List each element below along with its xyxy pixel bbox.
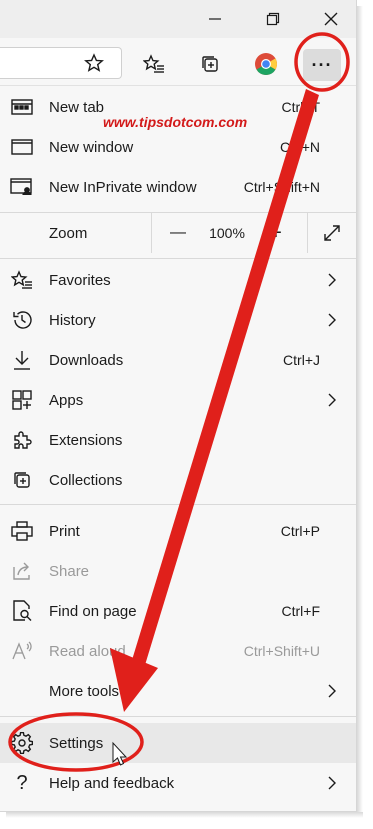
menu-item-print[interactable]: Print Ctrl+P	[0, 511, 356, 551]
chevron-right-icon	[328, 273, 336, 287]
menu-item-label: New tab	[49, 98, 105, 116]
menu-item-downloads[interactable]: Downloads Ctrl+J	[0, 340, 356, 380]
menu-item-share[interactable]: Share	[0, 551, 356, 591]
menu-item-extensions[interactable]: Extensions	[0, 420, 356, 460]
menu-item-label: Collections	[49, 471, 123, 489]
toolbar: ···	[0, 38, 356, 86]
shortcut-label: Ctrl+N	[279, 139, 320, 155]
collections-icon[interactable]	[194, 48, 226, 80]
menu-item-label: Extensions	[49, 431, 123, 449]
find-icon	[10, 600, 34, 622]
extensions-icon	[10, 429, 34, 451]
menu-item-new-window[interactable]: New window Ctrl+N	[0, 127, 356, 167]
restore-icon[interactable]	[250, 2, 296, 36]
menu-item-label: History	[49, 311, 96, 329]
shortcut-label: Ctrl+Shift+N	[243, 179, 320, 195]
menu-item-apps[interactable]: Apps	[0, 380, 356, 420]
menu-divider	[0, 716, 356, 717]
zoom-divider	[307, 213, 308, 253]
settings-and-more-menu: New tab Ctrl+T New window Ctrl+N New InP…	[0, 87, 356, 811]
settings-and-more-button[interactable]: ···	[303, 49, 341, 81]
menu-item-label: Help and feedback	[49, 774, 175, 792]
menu-divider	[0, 258, 356, 259]
watermark-text: www.tipsdotcom.com	[103, 114, 248, 130]
print-icon	[10, 520, 34, 542]
menu-item-collections[interactable]: Collections	[0, 460, 356, 500]
chevron-right-icon	[328, 776, 336, 790]
title-bar	[0, 0, 356, 38]
chevron-right-icon	[328, 684, 336, 698]
apps-icon	[10, 389, 34, 411]
menu-item-label: New window	[49, 138, 134, 156]
zoom-in-button[interactable]: +	[258, 213, 294, 253]
close-icon[interactable]	[308, 2, 354, 36]
chrome-extension-icon[interactable]	[250, 48, 282, 80]
menu-item-label: Apps	[49, 391, 84, 409]
menu-item-help-and-feedback[interactable]: ? Help and feedback	[0, 763, 356, 803]
menu-item-label: Print	[49, 522, 80, 540]
inprivate-icon	[10, 176, 34, 198]
new-window-icon	[10, 136, 34, 158]
menu-item-label: Settings	[49, 734, 104, 752]
zoom-level: 100%	[209, 225, 245, 241]
menu-item-label: Share	[49, 562, 90, 580]
zoom-divider	[151, 213, 152, 253]
window-shadow	[357, 6, 363, 818]
menu-item-label: Read aloud	[49, 642, 126, 660]
settings-icon	[10, 732, 34, 754]
menu-divider	[0, 504, 356, 505]
download-icon	[10, 349, 34, 371]
shortcut-label: Ctrl+P	[280, 523, 320, 539]
address-bar[interactable]	[0, 47, 122, 79]
zoom-row: Zoom — 100% +	[0, 213, 356, 253]
menu-item-label: More tools	[49, 682, 120, 700]
share-icon	[10, 560, 34, 582]
menu-item-label: Downloads	[49, 351, 124, 369]
menu-item-new-inprivate-window[interactable]: New InPrivate window Ctrl+Shift+N	[0, 167, 356, 207]
menu-item-find-on-page[interactable]: Find on page Ctrl+F	[0, 591, 356, 631]
menu-item-read-aloud[interactable]: Read aloud Ctrl+Shift+U	[0, 631, 356, 671]
help-icon: ?	[16, 771, 28, 794]
fullscreen-icon[interactable]	[312, 213, 352, 253]
chevron-right-icon	[328, 313, 336, 327]
zoom-out-button[interactable]: —	[160, 213, 196, 253]
read-aloud-icon	[10, 640, 34, 662]
menu-item-label: Find on page	[49, 602, 137, 620]
favorites-list-icon[interactable]	[138, 48, 170, 80]
menu-item-label: New InPrivate window	[49, 178, 197, 196]
zoom-label: Zoom	[49, 224, 88, 242]
shortcut-label: Ctrl+F	[281, 603, 321, 619]
menu-item-favorites[interactable]: Favorites	[0, 260, 356, 300]
history-icon	[10, 309, 34, 331]
window-shadow	[6, 812, 363, 818]
new-tab-icon	[10, 96, 34, 118]
shortcut-label: Ctrl+J	[283, 352, 320, 368]
menu-item-more-tools[interactable]: More tools	[0, 671, 356, 711]
menu-item-settings[interactable]: Settings	[0, 723, 356, 763]
favorite-star-icon[interactable]	[78, 47, 110, 79]
minimize-icon[interactable]	[192, 2, 238, 36]
shortcut-label: Ctrl+T	[281, 99, 321, 115]
favorites-icon	[10, 269, 34, 291]
menu-item-history[interactable]: History	[0, 300, 356, 340]
chevron-right-icon	[328, 393, 336, 407]
menu-item-label: Favorites	[49, 271, 111, 289]
collections-icon	[10, 469, 34, 491]
shortcut-label: Ctrl+Shift+U	[243, 643, 320, 659]
